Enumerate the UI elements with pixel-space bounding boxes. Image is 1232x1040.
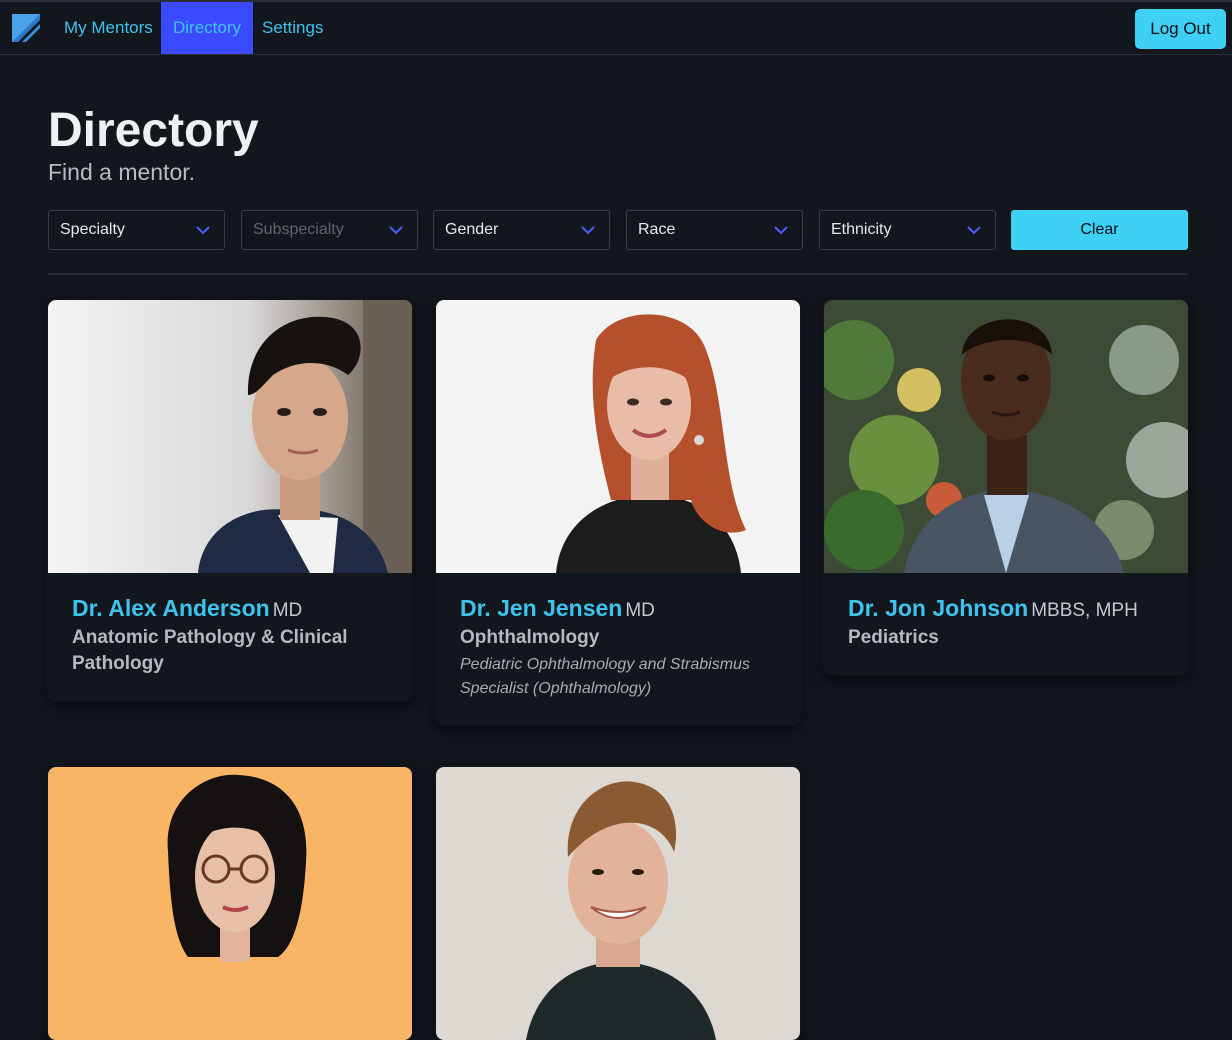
race-select-label: Race — [638, 221, 676, 238]
top-navbar: My Mentors Directory Settings Log Out — [0, 0, 1232, 55]
clear-filters-button[interactable]: Clear — [1011, 210, 1188, 250]
mentor-photo — [48, 300, 412, 573]
mentor-card-body: Dr. Jon Johnson MBBS, MPH Pediatrics — [824, 573, 1188, 675]
subspecialty-select-label: Subspecialty — [253, 221, 344, 238]
nav-my-mentors[interactable]: My Mentors — [52, 2, 165, 54]
app-logo-icon[interactable] — [12, 14, 40, 42]
chevron-down-icon — [389, 226, 403, 235]
mentor-photo — [48, 767, 412, 1040]
nav-directory[interactable]: Directory — [161, 2, 254, 54]
mentor-photo — [436, 300, 800, 573]
mentor-subspecialty: Pediatric Ophthalmology and Strabismus S… — [460, 656, 750, 697]
specialty-select[interactable]: Specialty — [48, 210, 225, 250]
gender-select-label: Gender — [445, 221, 499, 238]
mentor-credentials: MBBS, MPH — [1031, 600, 1138, 621]
mentor-card[interactable]: Dr. Jon Johnson MBBS, MPH Pediatrics — [824, 300, 1188, 675]
mentor-name[interactable]: Dr. Jon Johnson — [848, 595, 1028, 621]
chevron-down-icon — [967, 226, 981, 235]
mentor-photo — [824, 300, 1188, 573]
page-title: Directory — [48, 104, 259, 157]
chevron-down-icon — [196, 226, 210, 235]
chevron-down-icon — [774, 226, 788, 235]
page-subtitle: Find a mentor. — [48, 159, 196, 185]
mentor-card[interactable] — [48, 767, 412, 1040]
specialty-select-label: Specialty — [60, 221, 125, 238]
subspecialty-select[interactable]: Subspecialty — [241, 210, 418, 250]
chevron-down-icon — [581, 226, 595, 235]
logout-button[interactable]: Log Out — [1135, 9, 1226, 49]
mentor-card[interactable]: Dr. Jen Jensen MD Ophthalmology Pediatric… — [436, 300, 800, 725]
mentor-card-body: Dr. Alex Anderson MD Anatomic Pathology &… — [48, 573, 412, 701]
mentor-photo — [436, 767, 800, 1040]
mentor-specialty: Ophthalmology — [460, 627, 600, 648]
ethnicity-select-label: Ethnicity — [831, 221, 892, 238]
mentor-card[interactable]: Dr. Alex Anderson MD Anatomic Pathology &… — [48, 300, 412, 701]
mentor-credentials: MD — [625, 600, 655, 621]
mentor-credentials: MD — [272, 600, 303, 621]
gender-select[interactable]: Gender — [433, 210, 610, 250]
race-select[interactable]: Race — [626, 210, 803, 250]
mentor-card-body: Dr. Jen Jensen MD Ophthalmology Pediatric… — [436, 573, 800, 725]
mentor-specialty: Anatomic Pathology & Clinical Pathology — [72, 627, 348, 674]
section-divider — [48, 273, 1188, 275]
mentor-name[interactable]: Dr. Alex Anderson — [72, 595, 270, 621]
mentor-specialty: Pediatrics — [848, 627, 939, 648]
ethnicity-select[interactable]: Ethnicity — [819, 210, 996, 250]
nav-settings[interactable]: Settings — [250, 2, 335, 54]
mentor-name[interactable]: Dr. Jen Jensen — [460, 595, 622, 621]
mentor-card[interactable] — [436, 767, 800, 1040]
